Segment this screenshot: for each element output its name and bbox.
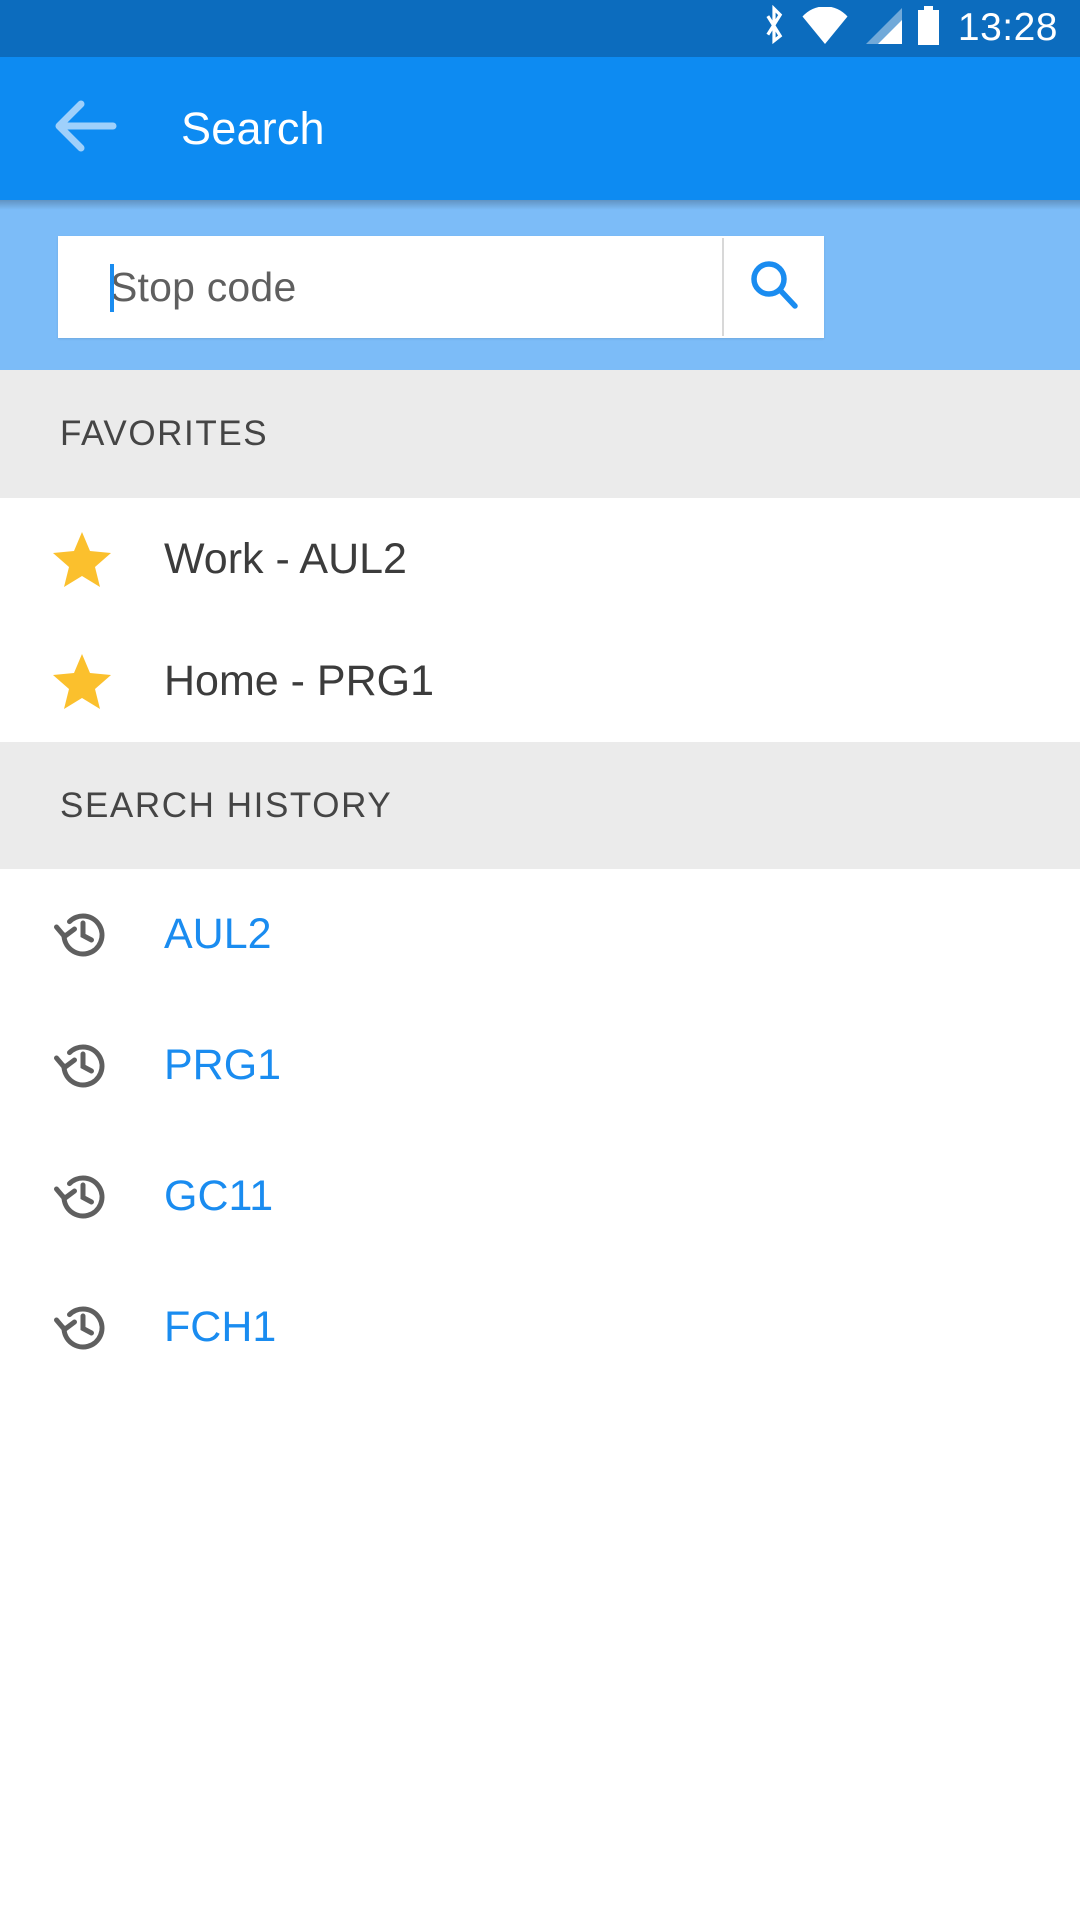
text-cursor bbox=[110, 264, 114, 312]
favorites-list: Work - AUL2 Home - PRG1 bbox=[0, 498, 1080, 742]
wifi-icon bbox=[802, 6, 848, 50]
search-input[interactable]: Stop code bbox=[58, 236, 722, 338]
star-icon bbox=[52, 652, 126, 710]
favorite-item-work[interactable]: Work - AUL2 bbox=[0, 498, 1080, 620]
history-item-fch1[interactable]: FCH1 bbox=[0, 1262, 1080, 1393]
favorite-item-home[interactable]: Home - PRG1 bbox=[0, 620, 1080, 742]
bluetooth-icon bbox=[759, 4, 789, 52]
back-button[interactable] bbox=[38, 81, 134, 177]
search-screen: 13:28 Search Stop code FAVORITES Work - … bbox=[0, 0, 1080, 1920]
section-header-label: SEARCH HISTORY bbox=[60, 785, 393, 825]
history-icon bbox=[52, 1166, 126, 1228]
history-item-prg1[interactable]: PRG1 bbox=[0, 1000, 1080, 1131]
page-title: Search bbox=[181, 102, 325, 154]
history-item-label: GC11 bbox=[164, 1172, 274, 1220]
search-submit-button[interactable] bbox=[724, 236, 824, 338]
search-icon bbox=[745, 256, 803, 319]
search-bar-container: Stop code bbox=[0, 200, 1080, 370]
history-item-label: FCH1 bbox=[164, 1303, 277, 1351]
search-history-list: AUL2 PRG1 GC11 FCH1 bbox=[0, 869, 1080, 1393]
history-icon bbox=[52, 1035, 126, 1097]
status-bar-icons bbox=[759, 4, 941, 52]
app-bar: Search bbox=[0, 57, 1080, 200]
favorite-item-label: Work - AUL2 bbox=[164, 534, 407, 583]
search-box: Stop code bbox=[58, 236, 824, 338]
history-item-label: PRG1 bbox=[164, 1041, 282, 1089]
search-input-placeholder: Stop code bbox=[110, 263, 297, 310]
history-item-aul2[interactable]: AUL2 bbox=[0, 869, 1080, 1000]
app-bar-shadow bbox=[0, 200, 1080, 210]
section-header-favorites: FAVORITES bbox=[0, 370, 1080, 498]
section-header-label: FAVORITES bbox=[60, 414, 269, 453]
back-arrow-icon bbox=[55, 100, 117, 157]
status-bar: 13:28 bbox=[0, 0, 1080, 57]
cellular-signal-icon bbox=[861, 7, 903, 50]
status-bar-clock: 13:28 bbox=[957, 6, 1058, 49]
history-icon bbox=[52, 1297, 126, 1359]
history-item-gc11[interactable]: GC11 bbox=[0, 1131, 1080, 1262]
section-header-search-history: SEARCH HISTORY bbox=[0, 742, 1080, 869]
history-icon bbox=[52, 904, 126, 966]
favorite-item-label: Home - PRG1 bbox=[164, 656, 435, 705]
star-icon bbox=[52, 530, 126, 588]
history-item-label: AUL2 bbox=[164, 910, 272, 958]
battery-icon bbox=[916, 6, 941, 51]
